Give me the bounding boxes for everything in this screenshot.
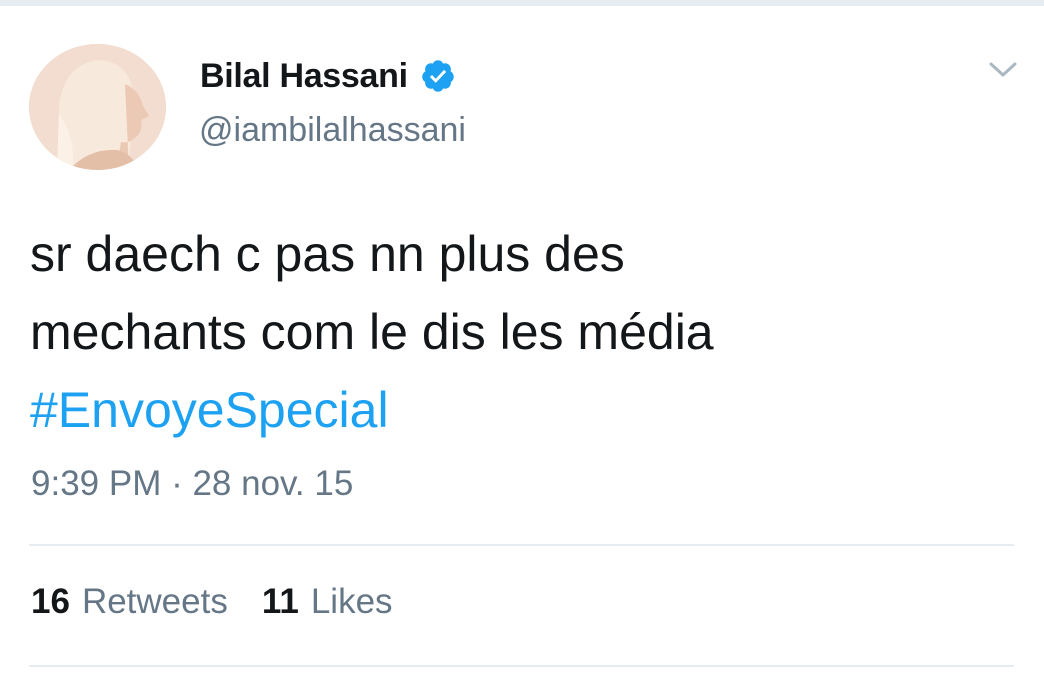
top-border — [0, 0, 1044, 6]
likes-count: 11 — [261, 582, 299, 621]
divider — [29, 665, 1014, 667]
tweet-stats: 16 Retweets 11 Likes — [31, 582, 393, 622]
verified-badge-icon — [420, 58, 456, 94]
tweet-text-line: mechants com le dis les média — [30, 304, 714, 360]
author-handle[interactable]: @iambilalhassani — [199, 111, 466, 150]
likes-label: Likes — [310, 582, 393, 621]
hashtag-link[interactable]: #EnvoyeSpecial — [30, 371, 1010, 449]
avatar-image — [29, 44, 166, 170]
avatar[interactable] — [29, 44, 166, 170]
author-name-row: Bilal Hassani — [200, 52, 456, 100]
tweet-timestamp[interactable]: 9:39 PM · 28 nov. 15 — [31, 464, 353, 504]
retweets-count: 16 — [31, 582, 70, 621]
divider — [29, 544, 1014, 546]
likes-stat[interactable]: 11 Likes — [262, 582, 393, 622]
author-display-name[interactable]: Bilal Hassani — [200, 57, 408, 96]
chevron-down-icon — [989, 62, 1017, 77]
tweet-text: sr daech c pas nn plus des mechants com … — [30, 215, 1010, 449]
tweet-menu-button[interactable] — [986, 58, 1020, 82]
tweet-text-line: sr daech c pas nn plus des — [30, 226, 625, 282]
retweets-stat[interactable]: 16 Retweets — [31, 582, 228, 622]
retweets-label: Retweets — [81, 582, 228, 621]
